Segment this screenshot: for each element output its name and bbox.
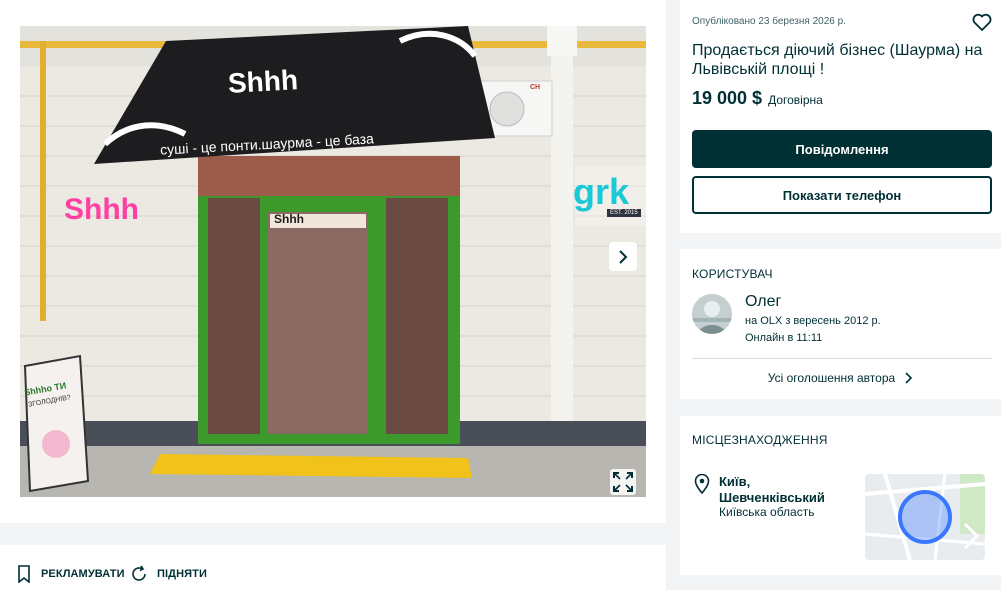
seller-card: Користувач Олег на OLX з вересень 2012 р… — [680, 249, 1001, 399]
raise-button[interactable]: Підняти — [130, 565, 207, 583]
chevron-right-icon — [619, 249, 628, 264]
gallery-next-button[interactable] — [609, 242, 637, 271]
posted-date: Опубліковано 23 березня 2026 р. — [692, 16, 846, 27]
gallery-card: Shhh суші - це понти.шаурма - це база Sh… — [0, 0, 666, 523]
raise-label: Підняти — [157, 568, 207, 580]
promote-label: Рекламувати — [41, 568, 125, 580]
location-region: Київська область — [719, 505, 815, 519]
show-phone-button[interactable]: Показати телефон — [692, 176, 992, 214]
heart-icon[interactable] — [971, 11, 993, 33]
map-pin-icon — [694, 474, 710, 494]
location-city: Київ, Шевченківський — [719, 474, 825, 505]
map-preview-image — [865, 474, 985, 560]
divider — [692, 358, 992, 359]
refresh-icon — [132, 565, 146, 581]
gallery-fullscreen-button[interactable] — [609, 468, 637, 496]
price-block: 19 000 $ Договірна — [692, 88, 823, 109]
seller-since: на OLX з вересень 2012 р. — [745, 315, 881, 327]
all-seller-ads-link[interactable]: Усі оголошення автора — [680, 371, 1001, 385]
promote-button[interactable]: Рекламувати — [16, 565, 125, 583]
chevron-right-icon — [905, 372, 913, 384]
location-card: Місцезнаходження Київ, Шевченківський Ки… — [680, 416, 1001, 575]
listing-photo[interactable]: Shhh суші - це понти.шаурма - це база Sh… — [20, 26, 646, 497]
ac-brand: CH — [530, 84, 541, 91]
price-negotiable-note: Договірна — [768, 93, 823, 107]
location-map-preview[interactable] — [865, 474, 985, 560]
seller-section-label: Користувач — [692, 267, 773, 281]
awning-logo: Shhh — [227, 64, 299, 99]
price-value: 19 000 $ — [692, 88, 763, 108]
neighbor-sign-est: EST. 2015 — [607, 209, 641, 217]
expand-icon — [610, 469, 636, 495]
all-seller-ads-label: Усі оголошення автора — [767, 371, 896, 385]
storefront-photo-scene — [20, 26, 646, 497]
neighbor-sign: grk — [573, 171, 630, 212]
avatar[interactable] — [692, 294, 732, 334]
user-avatar-icon — [692, 294, 732, 334]
seller-online-status: Онлайн в 11:11 — [745, 332, 823, 344]
seller-name[interactable]: Олег — [745, 293, 781, 311]
listing-summary-card: Опубліковано 23 березня 2026 р. Продаєть… — [680, 0, 1001, 233]
listing-actions-bar: Рекламувати Підняти — [0, 545, 666, 590]
door-logo: Shhh — [274, 212, 304, 226]
location-section-label: Місцезнаходження — [692, 433, 828, 447]
message-button[interactable]: Повідомлення — [692, 130, 992, 168]
listing-title: Продається діючий бізнес (Шаурма) на Льв… — [692, 42, 983, 78]
bookmark-icon — [18, 565, 30, 583]
pink-wall-sign: Shhh — [64, 193, 139, 226]
